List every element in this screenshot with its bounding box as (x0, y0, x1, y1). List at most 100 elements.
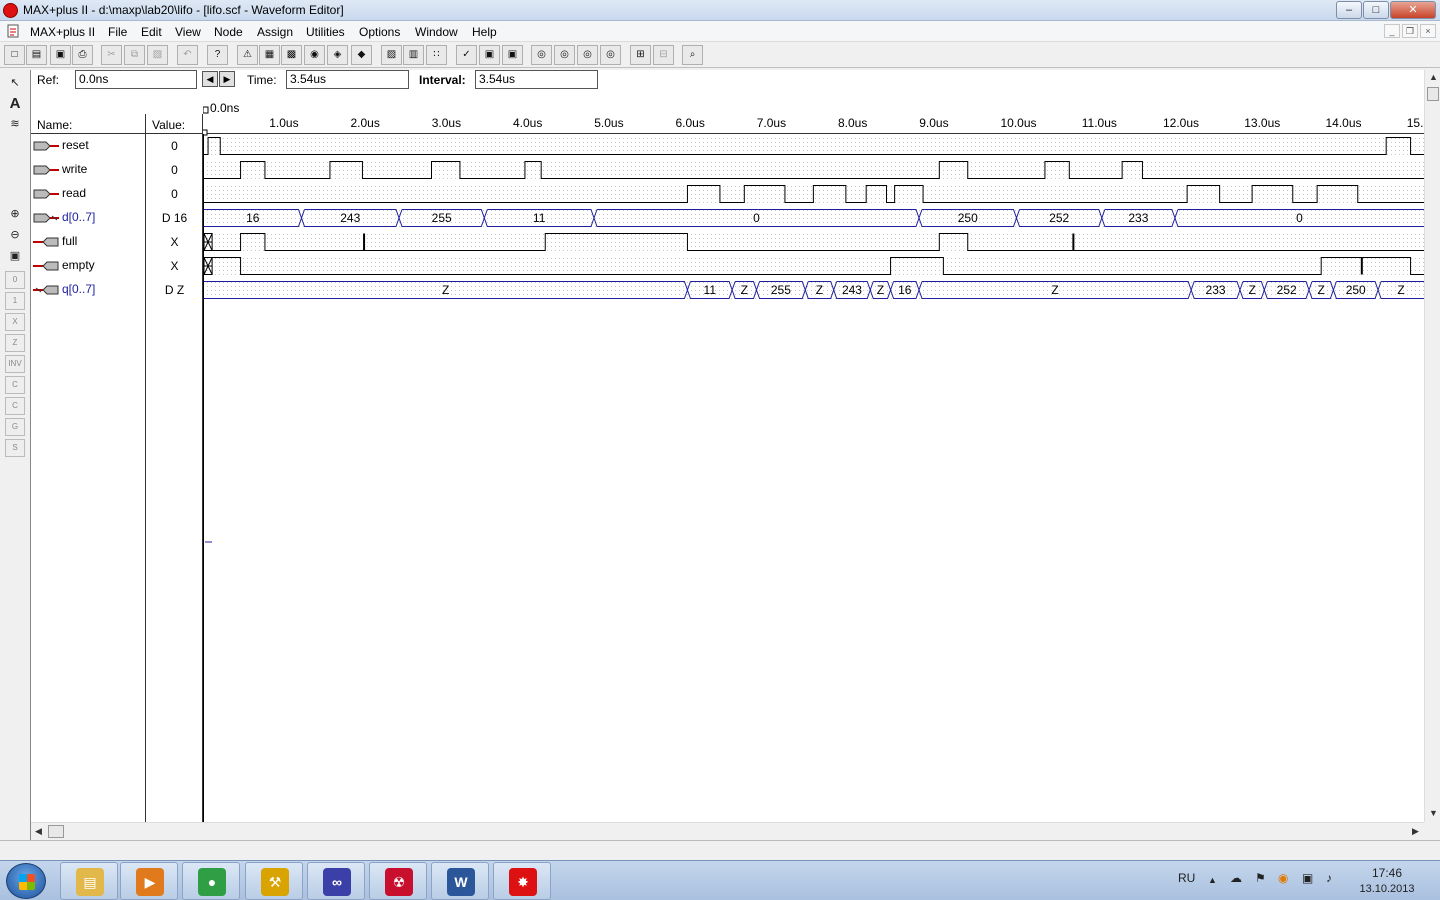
taskbar-button[interactable]: ● (182, 862, 240, 900)
new-icon[interactable]: □ (4, 45, 25, 65)
overwrite-group-icon[interactable]: G (5, 418, 25, 436)
waveform-draw-tool-icon[interactable]: ≋ (5, 115, 25, 133)
vertical-scroll-thumb[interactable] (1427, 87, 1439, 101)
volume-icon[interactable]: ♪ (1326, 871, 1332, 885)
find-next-icon[interactable]: ◎ (577, 45, 598, 65)
horizontal-scrollbar[interactable]: ◀ ▶ (31, 822, 1424, 839)
taskbar-button[interactable]: ⚒ (245, 862, 303, 900)
cut-icon[interactable]: ✂ (101, 45, 122, 65)
scroll-up-icon[interactable]: ▲ (1429, 72, 1438, 82)
signal-row[interactable]: reset (31, 134, 146, 158)
undo-icon[interactable]: ↶ (177, 45, 198, 65)
menu-file[interactable]: File (108, 25, 127, 39)
signal-row[interactable]: full (31, 230, 146, 254)
language-indicator[interactable]: RU (1178, 871, 1195, 885)
menu-help[interactable]: Help (472, 25, 497, 39)
ref-field[interactable]: 0.0ns (75, 70, 197, 89)
set-high-icon[interactable]: 1 (5, 292, 25, 310)
zoom-fit-icon[interactable]: ⌕ (682, 45, 703, 65)
output-pin-icon (33, 261, 59, 271)
overwrite-count-icon[interactable]: C (5, 397, 25, 415)
set-unknown-icon[interactable]: X (5, 313, 25, 331)
hierarchy-icon[interactable]: ▦ (259, 45, 280, 65)
paste-icon[interactable]: ▧ (147, 45, 168, 65)
signal-name: empty (62, 258, 95, 272)
menu-view[interactable]: View (175, 25, 201, 39)
ref-marker-top[interactable] (203, 106, 209, 114)
menu-app[interactable]: MAX+plus II (30, 25, 95, 39)
menu-node[interactable]: Node (214, 25, 243, 39)
menu-window[interactable]: Window (415, 25, 458, 39)
menu-edit[interactable]: Edit (141, 25, 162, 39)
copy-icon[interactable]: ⧉ (124, 45, 145, 65)
close-button[interactable]: ✕ (1390, 1, 1436, 19)
invert-icon[interactable]: INV (5, 355, 25, 373)
project-icon[interactable]: ▥ (403, 45, 424, 65)
find-eye-icon[interactable]: ◎ (600, 45, 621, 65)
warning-icon[interactable]: ⚠ (237, 45, 258, 65)
timing-icon[interactable]: ◆ (351, 45, 372, 65)
cloud-icon[interactable]: ☁ (1230, 871, 1242, 885)
taskbar-button[interactable]: W (431, 862, 489, 900)
find-node-icon[interactable]: ◎ (531, 45, 552, 65)
cascade-icon[interactable]: ⊟ (653, 45, 674, 65)
save-sim-icon[interactable]: ▣ (479, 45, 500, 65)
minimize-button[interactable]: – (1336, 1, 1362, 19)
signal-row[interactable]: empty (31, 254, 146, 278)
open-icon[interactable]: ▤ (26, 45, 47, 65)
save-timing-icon[interactable]: ▣ (502, 45, 523, 65)
help-icon[interactable]: ? (207, 45, 228, 65)
simulator-icon[interactable]: ◈ (327, 45, 348, 65)
show-hidden-icons-icon[interactable]: ▲ (1208, 875, 1217, 885)
maximize-button[interactable]: □ (1363, 1, 1389, 19)
clock-date[interactable]: 13.10.2013 (1355, 883, 1419, 895)
horizontal-scroll-thumb[interactable] (48, 825, 64, 838)
clock-time[interactable]: 17:46 (1362, 866, 1412, 880)
network-icon[interactable]: ▣ (1302, 871, 1313, 885)
programmer-icon[interactable]: ▨ (381, 45, 402, 65)
text-tool-icon[interactable]: A (5, 95, 25, 113)
compiler-icon[interactable]: ◉ (304, 45, 325, 65)
mdi-close-button[interactable]: × (1420, 24, 1436, 38)
signal-row[interactable]: read (31, 182, 146, 206)
tile-icon[interactable]: ⊞ (630, 45, 651, 65)
scroll-left-icon[interactable]: ◀ (35, 826, 42, 837)
menu-options[interactable]: Options (359, 25, 400, 39)
print-icon[interactable]: ⎙ (72, 45, 93, 65)
taskbar-button[interactable]: ✸ (493, 862, 551, 900)
tree-icon[interactable]: ∷ (426, 45, 447, 65)
selection-tool-icon[interactable]: ↖ (5, 74, 25, 92)
zoom-in-icon[interactable]: ⊕ (5, 205, 25, 223)
scroll-right-icon[interactable]: ▶ (1412, 826, 1419, 837)
overwrite-sequence-icon[interactable]: S (5, 439, 25, 457)
taskbar-button[interactable]: ▤ (60, 862, 118, 900)
taskbar-button[interactable]: ∞ (307, 862, 365, 900)
signal-row[interactable]: d[0..7] (31, 206, 146, 230)
menu-utilities[interactable]: Utilities (306, 25, 345, 39)
next-transition-button[interactable]: ▶ (219, 71, 235, 87)
save-icon[interactable]: ▣ (50, 45, 71, 65)
prev-transition-button[interactable]: ◀ (202, 71, 218, 87)
overwrite-clock-icon[interactable]: C (5, 376, 25, 394)
floorplan-icon[interactable]: ▩ (281, 45, 302, 65)
action-center-flag-icon[interactable]: ⚑ (1255, 871, 1266, 885)
menu-assign[interactable]: Assign (257, 25, 293, 39)
save-check-icon[interactable]: ✓ (456, 45, 477, 65)
mdi-restore-button[interactable]: ❐ (1402, 24, 1418, 38)
mdi-minimize-button[interactable]: _ (1384, 24, 1400, 38)
taskbar-button[interactable]: ☢ (369, 862, 427, 900)
vertical-scrollbar[interactable]: ▲ ▼ (1424, 70, 1440, 822)
set-z-icon[interactable]: Z (5, 334, 25, 352)
start-button[interactable] (6, 863, 46, 899)
scroll-down-icon[interactable]: ▼ (1429, 808, 1438, 818)
document-icon[interactable] (6, 24, 22, 39)
find-text-icon[interactable]: ◎ (554, 45, 575, 65)
signal-row[interactable]: write (31, 158, 146, 182)
set-low-icon[interactable]: 0 (5, 271, 25, 289)
taskbar-button[interactable]: ▶ (120, 862, 178, 900)
waveform-area[interactable]: 0.0ns 1.0us 2.0us 3.0us 4.0us 5.0us 6.0us 7.0us… (203, 98, 1424, 822)
signal-row[interactable]: q[0..7] (31, 278, 146, 302)
zoom-out-icon[interactable]: ⊖ (5, 226, 25, 244)
fit-in-window-icon[interactable]: ▣ (5, 247, 25, 265)
tray-app-icon[interactable]: ◉ (1278, 871, 1288, 885)
